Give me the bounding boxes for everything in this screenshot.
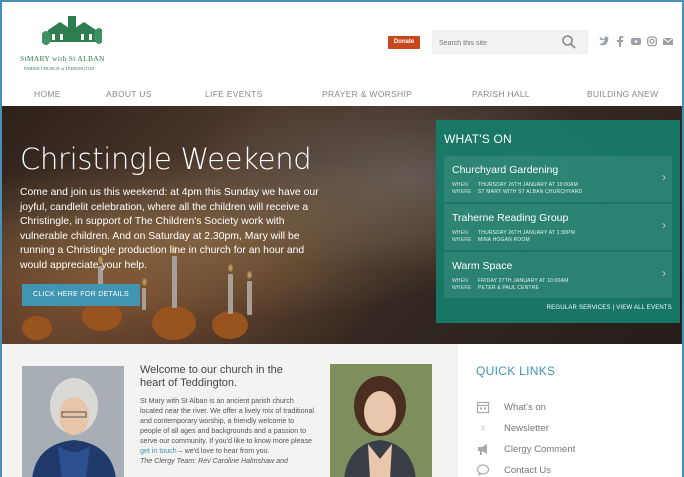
event-when: WHEN FRIDAY 27TH JANUARY AT 10:00AM	[452, 278, 569, 284]
event-title: Churchyard Gardening	[452, 164, 559, 176]
email-icon[interactable]	[662, 35, 674, 47]
quick-link-contact-us[interactable]: Contact Us	[476, 463, 676, 477]
chevron-right-icon: ›	[662, 218, 666, 232]
event-title: Traherne Reading Group	[452, 212, 569, 224]
event-title: Warm Space	[452, 260, 513, 272]
donate-button[interactable]: Donate	[388, 36, 420, 49]
instagram-icon[interactable]	[647, 35, 657, 47]
welcome-signature: The Clergy Team: Rev Caroline Halmshaw a…	[140, 457, 288, 465]
logo-name: StMARY with St ALBAN	[20, 54, 105, 63]
nav-item-building-anew[interactable]: BUILDING ANEW	[587, 89, 658, 99]
clergy-photo-2	[330, 364, 432, 477]
whats-on-panel: WHAT'S ON Churchyard Gardening WHEN THURS…	[436, 120, 680, 323]
welcome-body: St Mary with St Alban is an ancient pari…	[140, 397, 315, 465]
quick-links-title: QUICK LINKS	[476, 364, 556, 378]
logo-subtitle: PARISH CHURCH of TEDDINGTON	[24, 66, 95, 71]
nav-item-life-events[interactable]: LIFE EVENTS	[205, 89, 263, 99]
event-when: WHEN THURSDAY 26TH JANUARY AT 1:30PM	[452, 230, 576, 236]
quick-link-label: What's on	[504, 402, 546, 413]
church-logo[interactable]: StMARY with St ALBAN PARISH CHURCH of TE…	[20, 16, 130, 76]
church-logo-icon	[42, 16, 102, 45]
main-nav: HOME ABOUT US LIFE EVENTS PRAYER & WORSH…	[2, 84, 682, 106]
chevron-right-icon: ›	[481, 422, 485, 434]
calendar-icon	[476, 401, 490, 414]
chevron-right-icon: ›	[662, 266, 666, 280]
search-box	[432, 30, 588, 54]
event-item[interactable]: Warm Space WHEN FRIDAY 27TH JANUARY AT 10…	[444, 252, 672, 298]
nav-item-about-us[interactable]: ABOUT US	[106, 89, 152, 99]
event-when: WHEN THURSDAY 26TH JANUARY AT 10:00AM	[452, 182, 579, 188]
event-where: WHERE PETER & PAUL CENTRE	[452, 285, 540, 291]
nav-item-home[interactable]: HOME	[34, 89, 61, 99]
hero-description: Come and join us this weekend: at 4pm th…	[20, 187, 319, 271]
event-where: WHERE ST MARY WITH ST ALBAN CHURCHYARD	[452, 189, 583, 195]
hero-title: Christingle Weekend	[20, 142, 312, 176]
chat-bubble-icon	[476, 464, 490, 476]
welcome-title: Welcome to our church in the heart of Te…	[140, 364, 283, 389]
event-item[interactable]: Churchyard Gardening WHEN THURSDAY 26TH J…	[444, 156, 672, 202]
hero-details-button[interactable]: CLICK HERE FOR DETAILS	[22, 284, 140, 306]
lower-section: Welcome to our church in the heart of Te…	[2, 344, 682, 477]
whats-on-title: WHAT'S ON	[444, 132, 512, 146]
quick-links-panel: QUICK LINKS What's on › Newsletter Clerg…	[458, 344, 682, 477]
nav-item-parish-hall[interactable]: PARISH HALL	[472, 89, 530, 99]
quick-link-clergy-comment[interactable]: Clergy Comment	[476, 442, 676, 458]
youtube-icon[interactable]	[631, 35, 641, 47]
facebook-icon[interactable]	[615, 35, 625, 47]
megaphone-icon	[478, 444, 487, 455]
search-input[interactable]	[439, 35, 559, 51]
quick-link-label: Clergy Comment	[504, 444, 576, 455]
twitter-icon[interactable]	[599, 35, 609, 47]
event-where: WHERE MINA HOGAN ROOM	[452, 237, 530, 243]
quick-link-label: Contact Us	[504, 465, 551, 476]
browser-page: StMARY with St ALBAN PARISH CHURCH of TE…	[0, 0, 684, 477]
event-item[interactable]: Traherne Reading Group WHEN THURSDAY 26TH…	[444, 204, 672, 250]
site-header: StMARY with St ALBAN PARISH CHURCH of TE…	[2, 2, 682, 84]
search-icon[interactable]	[561, 34, 577, 50]
whats-on-footer-links[interactable]: REGULAR SERVICES | VIEW ALL EVENTS	[547, 305, 672, 311]
quick-link-whats-on[interactable]: What's on	[476, 400, 676, 416]
nav-item-prayer-worship[interactable]: PRAYER & WORSHIP	[322, 89, 412, 99]
quick-link-label: Newsletter	[504, 423, 549, 434]
chevron-right-icon: ›	[662, 170, 666, 184]
clergy-photo-1	[22, 366, 124, 477]
quick-link-newsletter[interactable]: › Newsletter	[476, 421, 676, 437]
get-in-touch-link[interactable]: get in touch	[140, 447, 177, 455]
social-links	[599, 35, 679, 49]
welcome-panel: Welcome to our church in the heart of Te…	[2, 344, 458, 477]
